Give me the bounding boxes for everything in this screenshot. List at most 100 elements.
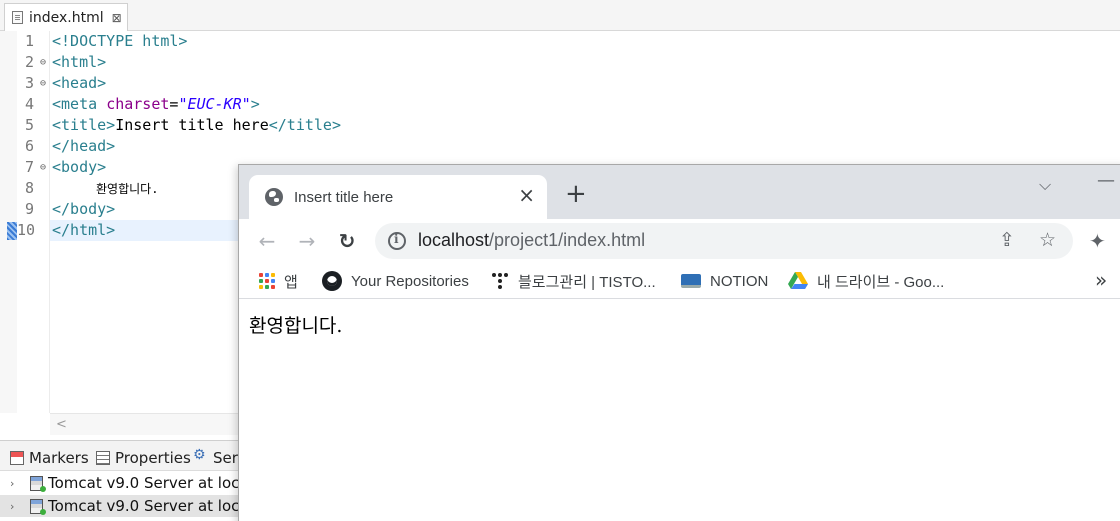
- close-tab-icon[interactable]: ×: [518, 185, 535, 205]
- code-line-3[interactable]: <head>: [52, 73, 106, 94]
- bookmark-label: 내 드라이브 - Goo...: [817, 273, 945, 291]
- code-attribute: charset: [106, 95, 170, 113]
- chrome-window: Insert title here × + ⌵ — ← → ↻ localhos…: [238, 164, 1120, 521]
- apps-grid-dot: [265, 273, 269, 277]
- tomcat-server-icon: [30, 498, 46, 515]
- apps-grid-dot: [265, 285, 269, 289]
- line-number-text: 8: [25, 179, 35, 197]
- current-line-marker: [7, 222, 17, 240]
- line-number: 4: [17, 94, 50, 115]
- minimize-window-button[interactable]: —: [1097, 170, 1115, 191]
- line-number-text: 6: [25, 137, 35, 155]
- share-icon[interactable]: ⇪: [999, 229, 1015, 251]
- servers-icon: [193, 447, 208, 465]
- editor-tab-close-icon[interactable]: ⊠: [112, 11, 122, 25]
- address-url[interactable]: localhost/project1/index.html: [418, 230, 645, 251]
- line-number: 2 ⊖: [17, 52, 50, 73]
- tistory-icon: [491, 272, 509, 290]
- browser-tab-title: Insert title here: [294, 188, 394, 206]
- scroll-left-icon[interactable]: <: [56, 417, 67, 432]
- fold-icon[interactable]: ⊖: [40, 73, 46, 94]
- apps-grid-dot: [259, 279, 263, 283]
- bookmark-your-repositories[interactable]: Your Repositories: [322, 271, 469, 291]
- expand-chevron-icon[interactable]: ›: [10, 477, 22, 490]
- line-number-text: 1: [25, 32, 35, 50]
- tab-label: Markers: [29, 449, 89, 467]
- code-text: Insert title here: [115, 116, 269, 134]
- bookmark-label: NOTION: [710, 272, 769, 290]
- line-number-text: 7: [25, 158, 35, 176]
- code-token: <head>: [52, 74, 107, 92]
- browser-tab-strip: Insert title here × + ⌵ —: [239, 165, 1120, 219]
- expand-chevron-icon[interactable]: ›: [10, 500, 22, 513]
- code-text: 환영합니다.: [96, 182, 159, 196]
- line-number: 10: [17, 220, 50, 241]
- line-number: 9: [17, 199, 50, 220]
- fold-icon[interactable]: ⊖: [40, 157, 46, 178]
- bookmark-label: 블로그관리 | TISTO...: [518, 273, 656, 291]
- github-icon: [322, 271, 342, 291]
- apps-grid-dot: [259, 273, 263, 277]
- code-line-5[interactable]: <title>Insert title here</title>: [52, 115, 341, 136]
- tomcat-server-icon: [30, 475, 46, 492]
- bookmark-notion[interactable]: NOTION: [681, 271, 768, 291]
- code-line-1[interactable]: <!DOCTYPE html>: [52, 31, 187, 52]
- browser-tab-active[interactable]: Insert title here ×: [249, 175, 547, 219]
- forward-button[interactable]: →: [293, 227, 321, 255]
- bookmarks-bar: 앱 Your Repositories 블로그관리 | TISTO... NOT…: [239, 263, 1120, 299]
- server-label: Tomcat v9.0 Server at localh: [48, 497, 263, 515]
- line-number-text: 4: [25, 95, 35, 113]
- site-info-icon[interactable]: [388, 232, 406, 250]
- line-number-text: 9: [25, 200, 35, 218]
- apps-grid-dot: [265, 279, 269, 283]
- code-string: "EUC-KR": [178, 95, 251, 113]
- extensions-puzzle-icon[interactable]: ✦: [1089, 229, 1106, 253]
- bookmark-google-drive[interactable]: 내 드라이브 - Goo...: [788, 271, 944, 291]
- bookmark-tistory[interactable]: 블로그관리 | TISTO...: [491, 271, 656, 291]
- code-line-6[interactable]: </head>: [52, 136, 115, 157]
- bookmark-star-icon[interactable]: ☆: [1039, 229, 1056, 251]
- url-host: localhost: [418, 230, 490, 250]
- html-file-icon: [12, 11, 23, 24]
- code-line-2[interactable]: <html>: [52, 52, 106, 73]
- editor-tab-index-html[interactable]: index.html ⊠: [4, 3, 128, 31]
- code-token: <meta: [52, 95, 107, 113]
- bookmarks-overflow-button[interactable]: »: [1095, 268, 1107, 292]
- reload-button[interactable]: ↻: [333, 227, 361, 255]
- code-line-10[interactable]: </html>: [52, 220, 115, 241]
- fold-icon[interactable]: ⊖: [40, 52, 46, 73]
- properties-icon: [96, 451, 110, 465]
- apps-grid-dot: [271, 273, 275, 277]
- line-number-text: 3: [25, 74, 35, 92]
- code-line-7[interactable]: <body>: [52, 157, 106, 178]
- line-number: 7 ⊖: [17, 157, 50, 178]
- code-token: </html>: [52, 221, 116, 239]
- code-token: <!DOCTYPE html>: [52, 32, 188, 50]
- bookmark-apps[interactable]: 앱: [259, 271, 298, 291]
- server-label: Tomcat v9.0 Server at localh: [48, 474, 263, 492]
- tab-properties[interactable]: Properties: [96, 446, 191, 470]
- code-token: </title>: [268, 116, 341, 134]
- code-line-9[interactable]: </body>: [52, 199, 115, 220]
- line-number: 3 ⊖: [17, 73, 50, 94]
- google-drive-icon: [788, 272, 808, 290]
- tab-markers[interactable]: Markers: [10, 446, 89, 470]
- tab-label: Properties: [115, 449, 191, 467]
- markers-icon: [10, 451, 24, 465]
- line-number-text: 5: [25, 116, 35, 134]
- line-number: 6: [17, 136, 50, 157]
- code-line-8[interactable]: 환영합니다.: [96, 178, 158, 199]
- url-path: /project1/index.html: [489, 230, 646, 250]
- page-body-text: 환영합니다.: [249, 315, 343, 337]
- back-button[interactable]: ←: [253, 227, 281, 255]
- editor-tab-bar: index.html ⊠: [0, 0, 1120, 31]
- line-number: 1: [17, 31, 50, 52]
- code-line-4[interactable]: <meta charset="EUC-KR">: [52, 94, 260, 115]
- bookmark-label: Your Repositories: [351, 272, 469, 290]
- bookmark-label: 앱: [284, 273, 298, 291]
- new-tab-button[interactable]: +: [565, 181, 587, 207]
- address-bar[interactable]: localhost/project1/index.html ⇪ ☆: [375, 223, 1073, 259]
- apps-grid-dot: [271, 285, 275, 289]
- code-token: <html>: [52, 53, 107, 71]
- tab-search-chevron-icon[interactable]: ⌵: [1039, 175, 1051, 195]
